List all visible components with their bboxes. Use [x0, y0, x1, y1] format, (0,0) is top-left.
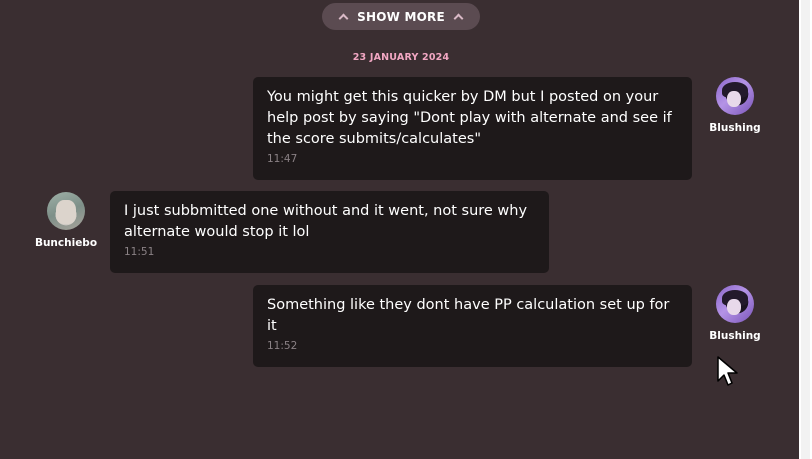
message-bubble[interactable]: Something like they dont have PP calcula… [253, 285, 692, 367]
show-more-label: SHOW MORE [357, 9, 445, 24]
message-author[interactable]: Blushing [700, 77, 770, 134]
scrollbar[interactable] [799, 0, 812, 459]
message-time: 11:47 [267, 153, 298, 165]
message-bubble[interactable]: I just subbmitted one without and it wen… [110, 191, 549, 273]
message-author[interactable]: Blushing [700, 285, 770, 342]
message-author[interactable]: Bunchiebo [31, 192, 101, 249]
scrollbar-thumb[interactable] [801, 0, 810, 459]
chevron-up-icon [338, 13, 349, 24]
message-text: You might get this quicker by DM but I p… [267, 89, 672, 147]
message-bubble[interactable]: You might get this quicker by DM but I p… [253, 77, 692, 180]
author-name[interactable]: Blushing [700, 122, 770, 134]
message-text: Something like they dont have PP calcula… [267, 297, 670, 334]
show-more-button[interactable]: SHOW MORE [322, 3, 480, 30]
date-divider: 23 JANUARY 2024 [352, 52, 450, 63]
avatar[interactable] [716, 285, 754, 323]
avatar[interactable] [47, 192, 85, 230]
author-name[interactable]: Bunchiebo [31, 237, 101, 249]
mouse-pointer-icon [717, 356, 738, 386]
author-name[interactable]: Blushing [700, 330, 770, 342]
message-time: 11:52 [267, 340, 298, 352]
chevron-up-icon [453, 13, 464, 24]
message-time: 11:51 [124, 246, 155, 258]
avatar[interactable] [716, 77, 754, 115]
message-text: I just subbmitted one without and it wen… [124, 203, 528, 240]
